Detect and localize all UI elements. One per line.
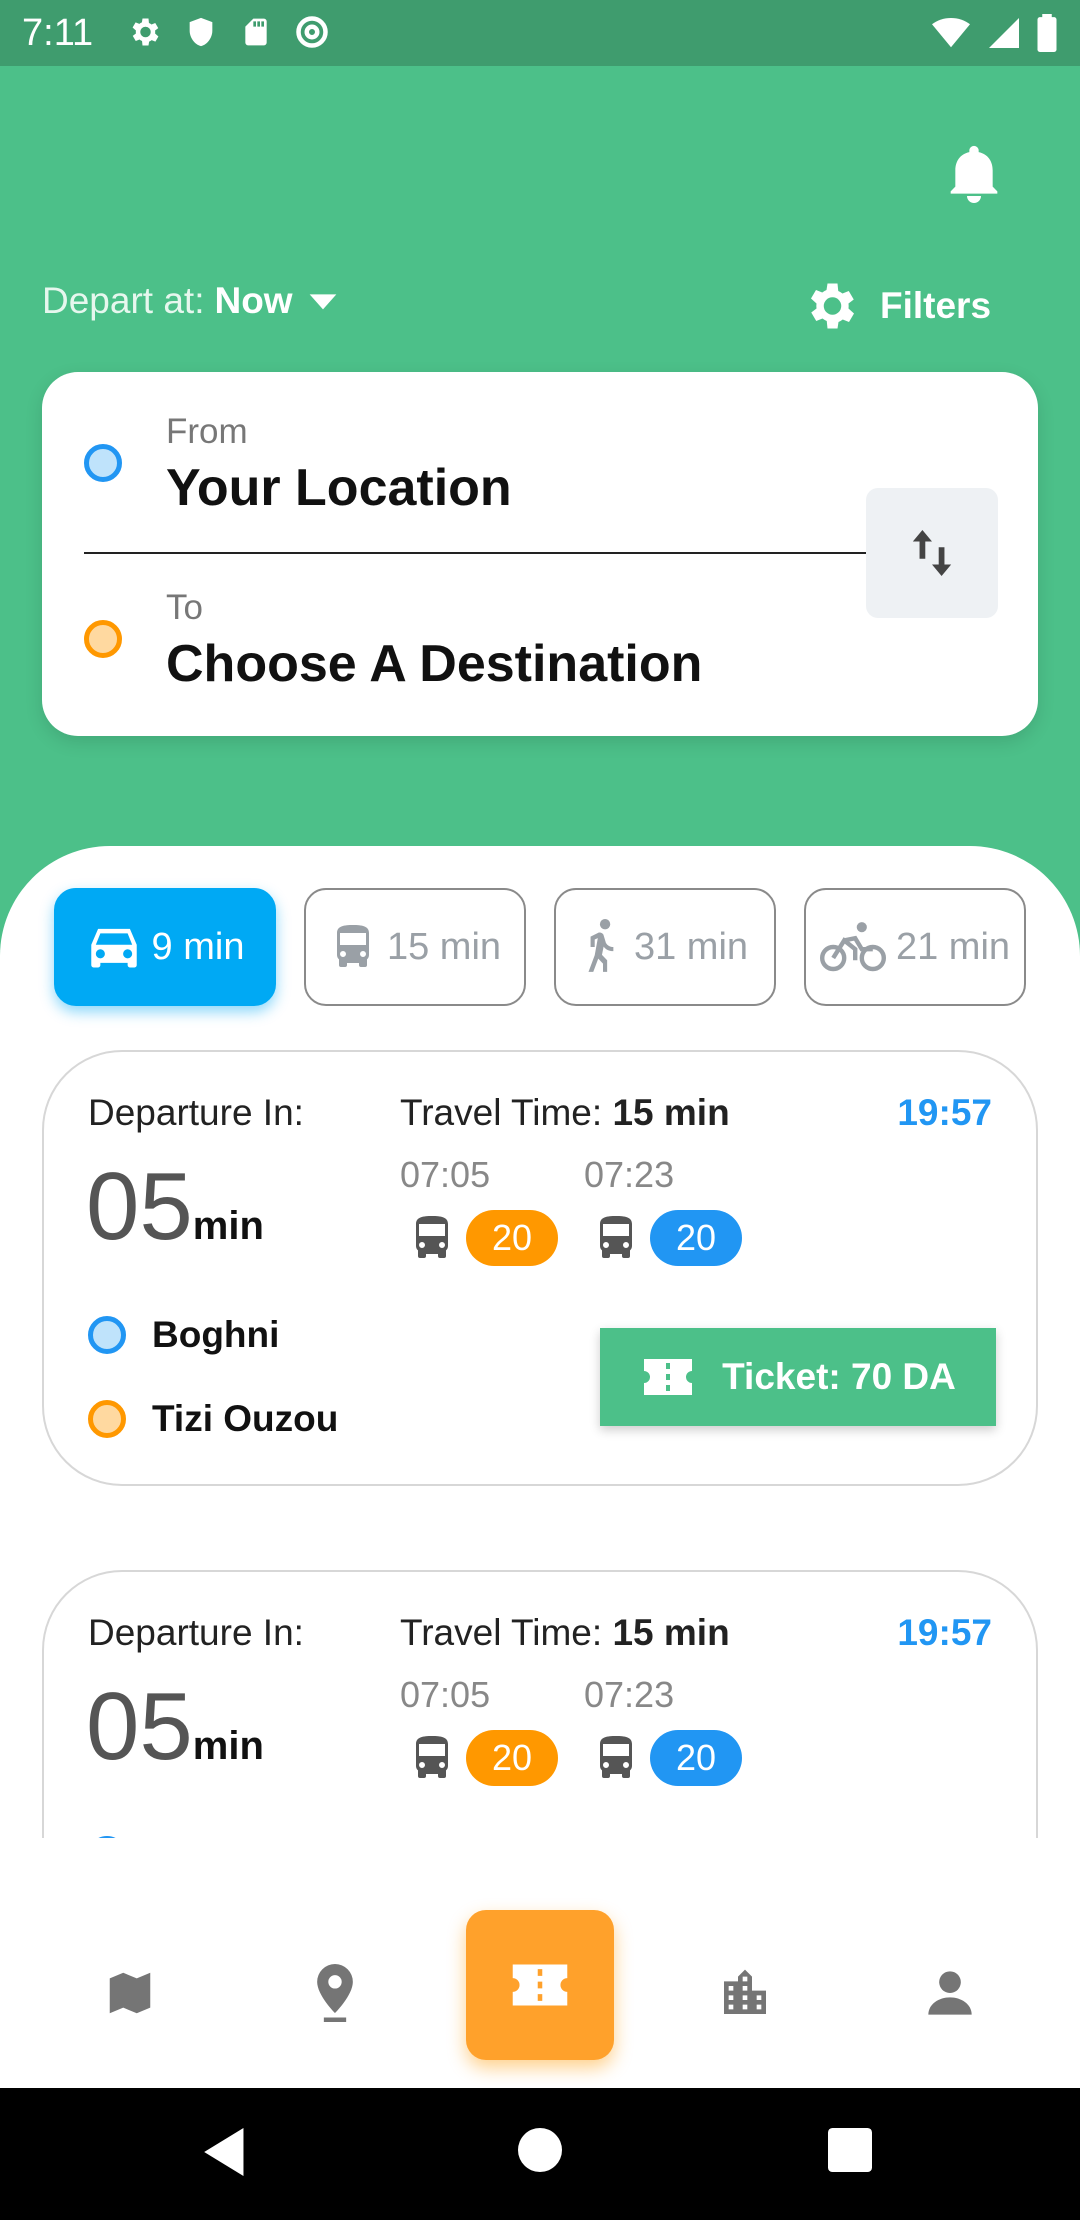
back-icon[interactable] bbox=[204, 2128, 248, 2176]
travel-label: Travel Time: bbox=[400, 1612, 603, 1653]
departure-value: 05 bbox=[86, 1673, 193, 1780]
to-dot bbox=[84, 620, 122, 658]
mode-car-label: 9 min bbox=[151, 925, 245, 968]
depart-label: Depart at: bbox=[42, 280, 205, 321]
departure-countdown: 05min bbox=[86, 1672, 264, 1782]
travel-value: 15 min bbox=[612, 1612, 730, 1653]
mode-bike[interactable]: 21 min bbox=[804, 888, 1026, 1006]
leg2: 20 bbox=[592, 1210, 742, 1266]
mode-selector: 9 min 15 min 31 min 21 min bbox=[54, 888, 1026, 1006]
nav-map[interactable] bbox=[95, 1958, 165, 2028]
to-input[interactable]: Choose A Destination bbox=[166, 634, 702, 694]
from-dot bbox=[84, 444, 122, 482]
departure-value: 05 bbox=[86, 1153, 193, 1260]
filters-label: Filters bbox=[880, 285, 992, 326]
city-icon bbox=[724, 1969, 766, 2014]
at-sign-icon bbox=[296, 16, 328, 48]
nav-profile[interactable] bbox=[915, 1958, 985, 2028]
line-badge: 20 bbox=[650, 1730, 742, 1786]
departure-countdown: 05min bbox=[86, 1152, 264, 1262]
from-label: From bbox=[166, 412, 248, 451]
map-icon bbox=[109, 1972, 151, 2014]
leg2-time: 07:23 bbox=[584, 1674, 675, 1715]
trip-card[interactable]: Departure In: 05min Travel Time: 15 min … bbox=[42, 1570, 1038, 1838]
line-badge: 20 bbox=[650, 1210, 742, 1266]
mode-bike-label: 21 min bbox=[895, 925, 1011, 968]
bus-icon bbox=[336, 925, 369, 967]
bike-icon bbox=[819, 922, 886, 972]
wifi-icon bbox=[932, 17, 970, 48]
divider bbox=[84, 552, 866, 554]
nav-places[interactable] bbox=[300, 1958, 370, 2028]
from-input[interactable]: Your Location bbox=[166, 458, 512, 518]
departure-unit: min bbox=[192, 1724, 264, 1768]
departure-label: Departure In: bbox=[88, 1092, 304, 1133]
leg1-time: 07:05 bbox=[400, 1674, 491, 1715]
chevron-down-icon bbox=[309, 294, 336, 310]
arrival-time: 19:57 bbox=[897, 1092, 992, 1133]
mode-car[interactable]: 9 min bbox=[54, 888, 276, 1006]
route-card: From Your Location To Choose A Destinati… bbox=[42, 372, 1038, 736]
leg1-time: 07:05 bbox=[400, 1154, 491, 1195]
filters-button[interactable]: Filters bbox=[800, 276, 991, 336]
gear-icon bbox=[811, 283, 854, 329]
leg1: 20 bbox=[408, 1210, 558, 1266]
departure-unit: min bbox=[192, 1204, 264, 1248]
location-pin-icon bbox=[317, 1964, 353, 2022]
home-icon[interactable] bbox=[518, 2128, 562, 2172]
travel-time: Travel Time: 15 min bbox=[400, 1612, 730, 1654]
destination-dot bbox=[88, 1400, 126, 1438]
status-time: 7:11 bbox=[22, 12, 94, 54]
ticket-label: Ticket: 70 DA bbox=[722, 1356, 956, 1397]
sd-card-icon bbox=[245, 18, 267, 46]
battery-icon bbox=[1037, 14, 1057, 52]
system-nav-bar bbox=[0, 2088, 1080, 2220]
travel-value: 15 min bbox=[612, 1092, 730, 1133]
leg2: 20 bbox=[592, 1730, 742, 1786]
mode-bus-label: 15 min bbox=[386, 925, 502, 968]
ticket-icon bbox=[512, 1964, 568, 2006]
shield-icon bbox=[189, 17, 213, 47]
nav-tickets[interactable] bbox=[466, 1910, 614, 2060]
trip-card[interactable]: Departure In: 05min Travel Time: 15 min … bbox=[42, 1050, 1038, 1486]
swap-vertical-icon bbox=[912, 530, 952, 576]
car-icon bbox=[90, 928, 137, 968]
bus-icon bbox=[600, 1736, 632, 1778]
depart-value: Now bbox=[214, 280, 293, 321]
line-badge: 20 bbox=[466, 1210, 558, 1266]
walk-icon bbox=[588, 919, 614, 972]
arrival-time: 19:57 bbox=[897, 1612, 992, 1653]
bus-icon bbox=[600, 1216, 632, 1258]
to-label: To bbox=[166, 588, 203, 627]
swap-button[interactable] bbox=[866, 488, 998, 618]
ticket-icon bbox=[644, 1359, 693, 1395]
ticket-button[interactable]: Ticket: 70 DA bbox=[600, 1328, 996, 1426]
travel-time: Travel Time: 15 min bbox=[400, 1092, 730, 1134]
departure-label: Departure In: bbox=[88, 1612, 304, 1653]
person-icon bbox=[928, 1971, 972, 2015]
line-badge: 20 bbox=[466, 1730, 558, 1786]
mode-walk-label: 31 min bbox=[633, 925, 749, 968]
travel-label: Travel Time: bbox=[400, 1092, 603, 1133]
recents-icon[interactable] bbox=[828, 2128, 872, 2172]
nav-city[interactable] bbox=[710, 1958, 780, 2028]
origin-dot bbox=[88, 1316, 126, 1354]
leg1: 20 bbox=[408, 1730, 558, 1786]
depart-selector[interactable]: Depart at: Now bbox=[42, 280, 343, 322]
origin-stop: Boghni bbox=[152, 1314, 280, 1355]
signal-icon bbox=[989, 18, 1019, 48]
settings-icon bbox=[132, 18, 159, 46]
destination-stop: Tizi Ouzou bbox=[152, 1398, 339, 1439]
mode-bus[interactable]: 15 min bbox=[304, 888, 526, 1006]
bell-icon[interactable] bbox=[946, 144, 1002, 206]
leg2-time: 07:23 bbox=[584, 1154, 675, 1195]
bus-icon bbox=[416, 1216, 448, 1258]
bottom-nav bbox=[0, 1838, 1080, 2088]
mode-walk[interactable]: 31 min bbox=[554, 888, 776, 1006]
bus-icon bbox=[416, 1736, 448, 1778]
status-bar: 7:11 bbox=[0, 0, 1080, 66]
